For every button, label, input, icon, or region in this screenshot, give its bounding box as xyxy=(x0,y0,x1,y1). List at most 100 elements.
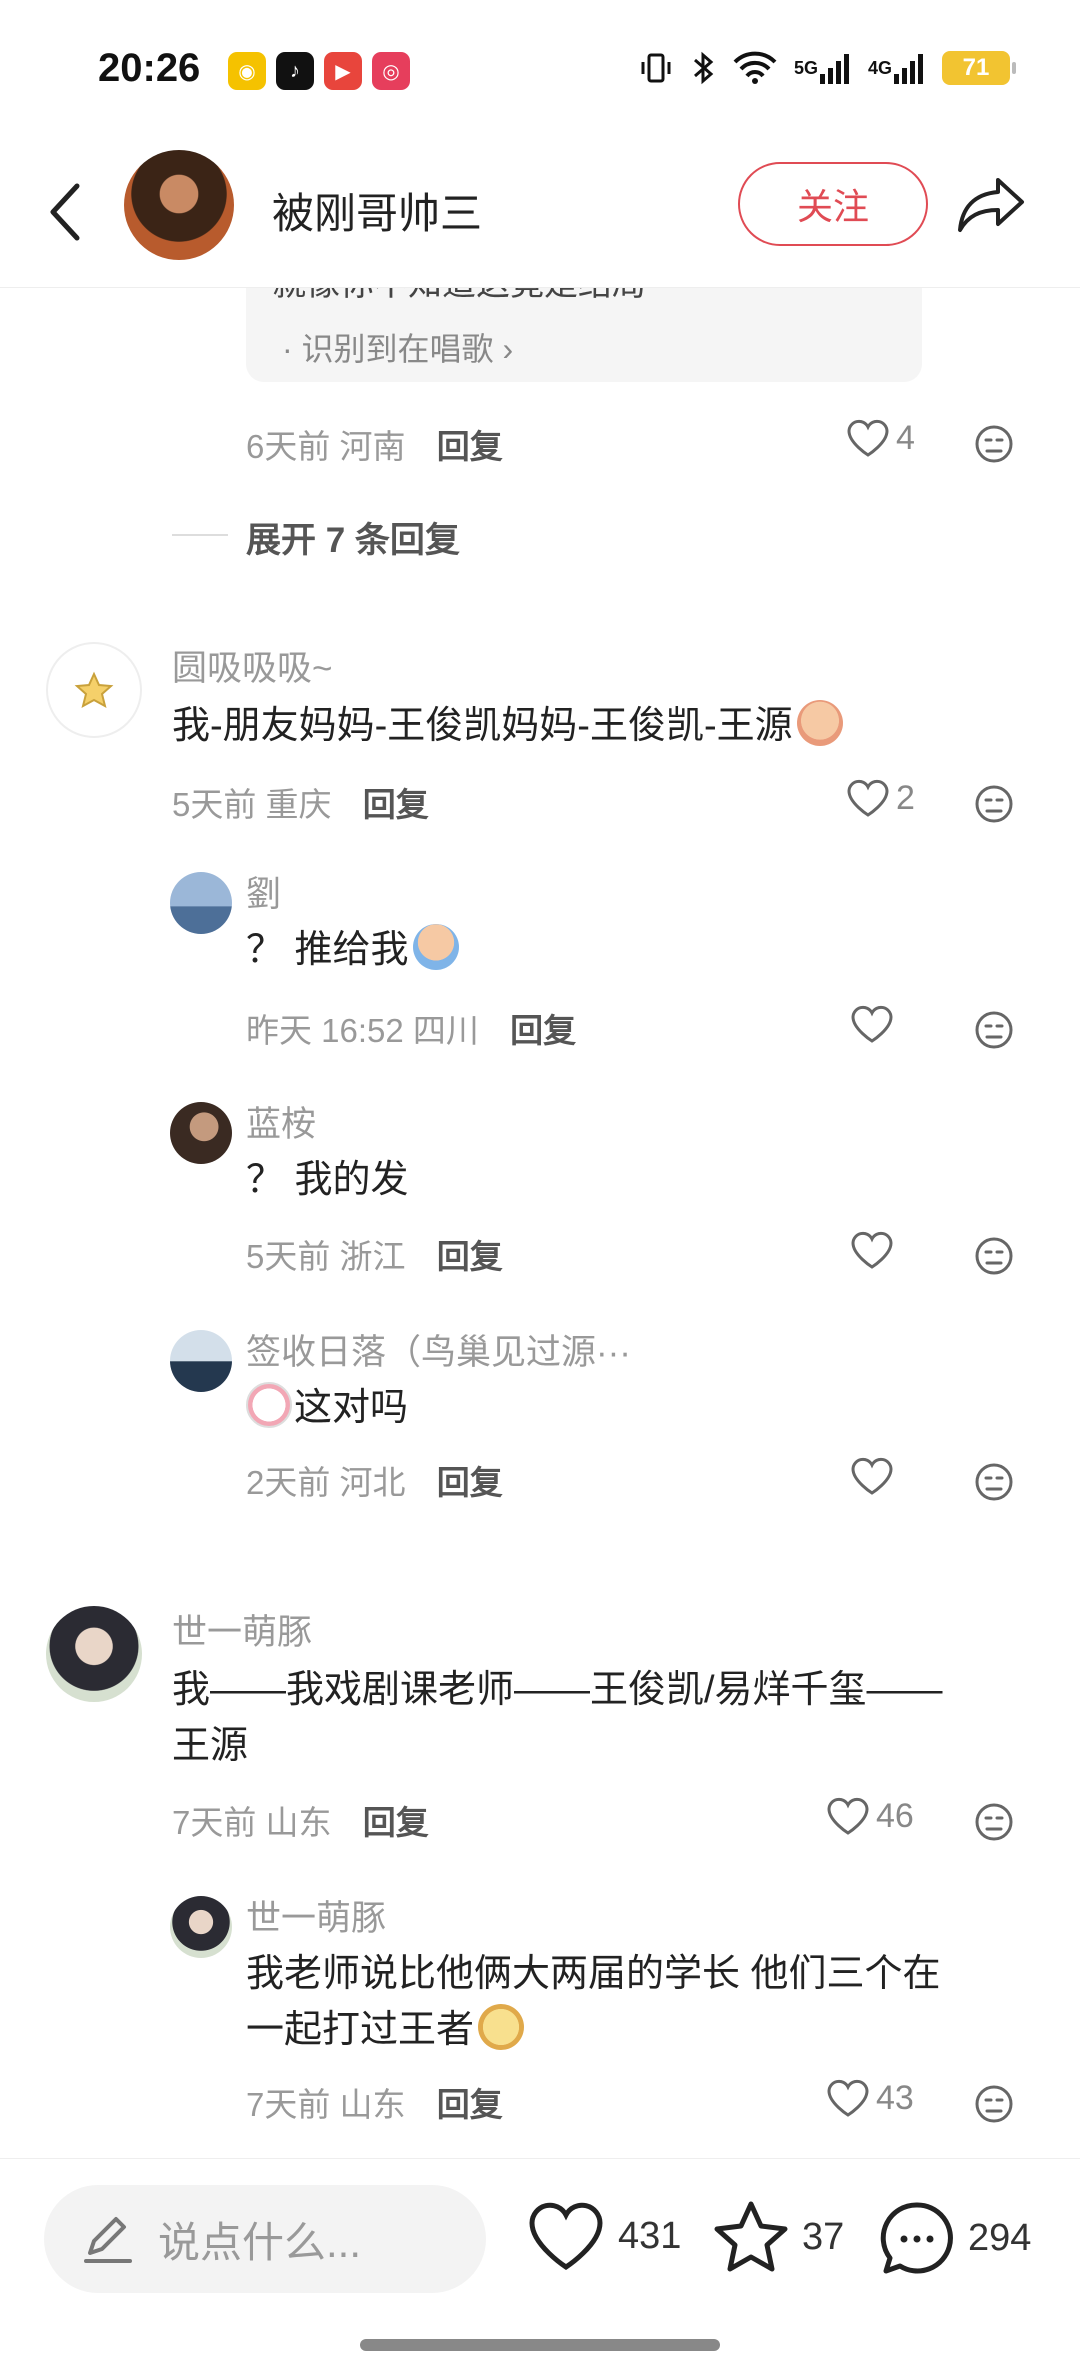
reply-button[interactable]: 回复 xyxy=(437,1464,503,1501)
battery-level: 71 xyxy=(962,54,990,81)
reply-button[interactable]: 回复 xyxy=(437,2086,503,2123)
post-like-button[interactable]: 431 xyxy=(526,2199,681,2273)
comment-meta: 6天前 河南 回复 xyxy=(246,420,503,468)
dislike-face-icon[interactable] xyxy=(974,1802,1014,1842)
like-count: 4 xyxy=(896,418,915,457)
weibo-icon: ◉ xyxy=(228,52,266,90)
dislike-face-icon[interactable] xyxy=(974,784,1014,824)
back-arrow-icon xyxy=(50,183,80,241)
dislike-face-icon[interactable] xyxy=(974,424,1014,464)
avatar[interactable] xyxy=(46,1606,142,1702)
bluetooth-icon xyxy=(690,50,716,86)
expand-divider xyxy=(172,534,228,536)
heart-icon xyxy=(851,1005,893,1043)
comment-username[interactable]: 世一萌豚 xyxy=(172,1604,312,1655)
like-count: 43 xyxy=(876,2078,914,2117)
signal-5g-label: 5G xyxy=(793,58,818,78)
reply-time: 昨天 16:52 xyxy=(246,1012,404,1049)
heart-icon xyxy=(529,2202,603,2270)
dislike-face-icon[interactable] xyxy=(974,1010,1014,1050)
singing-detected-link[interactable]: · 识别到在唱歌 › xyxy=(282,324,513,370)
like-button[interactable]: 4 xyxy=(846,418,915,458)
comment-text: 我——我戏剧课老师——王俊凯/易烊千玺—— 王源 xyxy=(172,1662,1032,1774)
reply-button[interactable]: 回复 xyxy=(363,786,429,823)
share-icon xyxy=(958,178,1024,232)
heart-icon xyxy=(851,1231,893,1269)
tiktok-icon: ♪ xyxy=(276,52,314,90)
camera-app-icon: ◎ xyxy=(372,52,410,90)
share-button[interactable] xyxy=(956,172,1028,238)
reply-meta: 2天前 河北 回复 xyxy=(246,1456,503,1504)
reply-username[interactable]: 签收日落（鸟巢见过源··· xyxy=(246,1324,631,1375)
reply-button[interactable]: 回复 xyxy=(363,1804,429,1841)
reply-meta: 昨天 16:52 四川 回复 xyxy=(246,1004,576,1052)
like-button[interactable]: 46 xyxy=(826,1796,914,1836)
like-button[interactable] xyxy=(850,1456,894,1496)
comment-username[interactable]: 圆吸吸吸~ xyxy=(172,640,332,691)
like-button[interactable]: 43 xyxy=(826,2078,914,2118)
crying-emoji-icon xyxy=(796,700,843,746)
battery-icon: 71 xyxy=(942,51,1016,85)
like-button[interactable] xyxy=(850,1230,894,1270)
cat-emoji-icon xyxy=(246,1382,292,1428)
comment-text-line: 王源 xyxy=(172,1725,249,1767)
follow-button[interactable]: 关注 xyxy=(738,162,928,246)
quoted-lyric-text: 就像你不知道这竟是结局 xyxy=(272,288,646,305)
comment-bubble-icon xyxy=(880,2202,953,2274)
reply-button[interactable]: 回复 xyxy=(437,1238,503,1275)
reply-time: 7天前 xyxy=(246,2086,331,2123)
heart-icon xyxy=(827,1797,869,1835)
heart-icon xyxy=(851,1457,893,1495)
dislike-face-icon[interactable] xyxy=(974,1462,1014,1502)
comment-time: 7天前 xyxy=(172,1804,257,1841)
dislike-face-icon[interactable] xyxy=(974,2084,1014,2124)
quoted-lyric-card[interactable]: 就像你不知道这竟是结局 · 识别到在唱歌 › xyxy=(246,288,922,382)
star-sticker-icon xyxy=(74,671,114,708)
comment-time: 5天前 xyxy=(172,786,257,823)
reply-username[interactable]: 蓝桉 xyxy=(246,1096,316,1147)
avatar[interactable] xyxy=(46,642,142,738)
reply-meta: 7天前 山东 回复 xyxy=(246,2078,503,2126)
comment-text-line: 我——我戏剧课老师——王俊凯/易烊千玺—— xyxy=(172,1669,943,1711)
comment-location: 河南 xyxy=(339,428,406,465)
comment-text-content: 我-朋友妈妈-王俊凯妈妈-王俊凯-王源 xyxy=(172,705,793,747)
heart-icon xyxy=(847,419,889,457)
expand-replies-button[interactable]: 展开 7 条回复 xyxy=(246,512,460,563)
vibrate-icon xyxy=(638,50,674,86)
notification-icons: ◉ ♪ ▶ ◎ xyxy=(228,52,410,90)
back-button[interactable] xyxy=(40,172,90,252)
reply-meta: 5天前 浙江 回复 xyxy=(246,1230,503,1278)
reply-text: ？ 我的发 xyxy=(246,1159,409,1201)
author-avatar[interactable] xyxy=(124,150,234,260)
system-icons: 5G 4G 71 xyxy=(638,50,1016,86)
grinning-emoji-icon xyxy=(478,2004,525,2050)
comment-location: 重庆 xyxy=(265,786,332,823)
header: 被刚哥帅三 关注 xyxy=(0,140,1080,288)
comment-input-placeholder: 说点什么... xyxy=(158,2218,362,2266)
heart-icon xyxy=(827,2079,869,2117)
avatar[interactable] xyxy=(170,1330,232,1392)
avatar[interactable] xyxy=(170,872,232,934)
comment-count-button[interactable]: 294 xyxy=(878,2199,1031,2277)
comment-time: 6天前 xyxy=(246,428,331,465)
signal-4g-label: 4G xyxy=(867,58,892,78)
like-button[interactable] xyxy=(850,1004,894,1044)
comment-text: 我-朋友妈妈-王俊凯妈妈-王俊凯-王源 xyxy=(172,698,843,754)
reply-username[interactable]: 世一萌豚 xyxy=(246,1890,386,1941)
dislike-face-icon[interactable] xyxy=(974,1236,1014,1276)
avatar[interactable] xyxy=(170,1896,232,1958)
home-indicator[interactable] xyxy=(360,2339,720,2351)
heart-icon xyxy=(847,779,889,817)
wifi-icon xyxy=(732,50,778,86)
author-name[interactable]: 被刚哥帅三 xyxy=(272,180,482,241)
reply-username[interactable]: 劉 xyxy=(246,866,281,917)
comment-input[interactable]: 说点什么... xyxy=(44,2185,486,2293)
avatar[interactable] xyxy=(170,1102,232,1164)
favorite-button[interactable]: 37 xyxy=(712,2199,844,2275)
comments-list[interactable]: 就像你不知道这竟是结局 · 识别到在唱歌 › 6天前 河南 回复 4 展开 7 … xyxy=(0,288,1080,2158)
comment-meta: 5天前 重庆 回复 xyxy=(172,778,429,826)
reply-button[interactable]: 回复 xyxy=(510,1012,576,1049)
like-button[interactable]: 2 xyxy=(846,778,915,818)
video-app-icon: ▶ xyxy=(324,52,362,90)
reply-button[interactable]: 回复 xyxy=(437,428,503,465)
